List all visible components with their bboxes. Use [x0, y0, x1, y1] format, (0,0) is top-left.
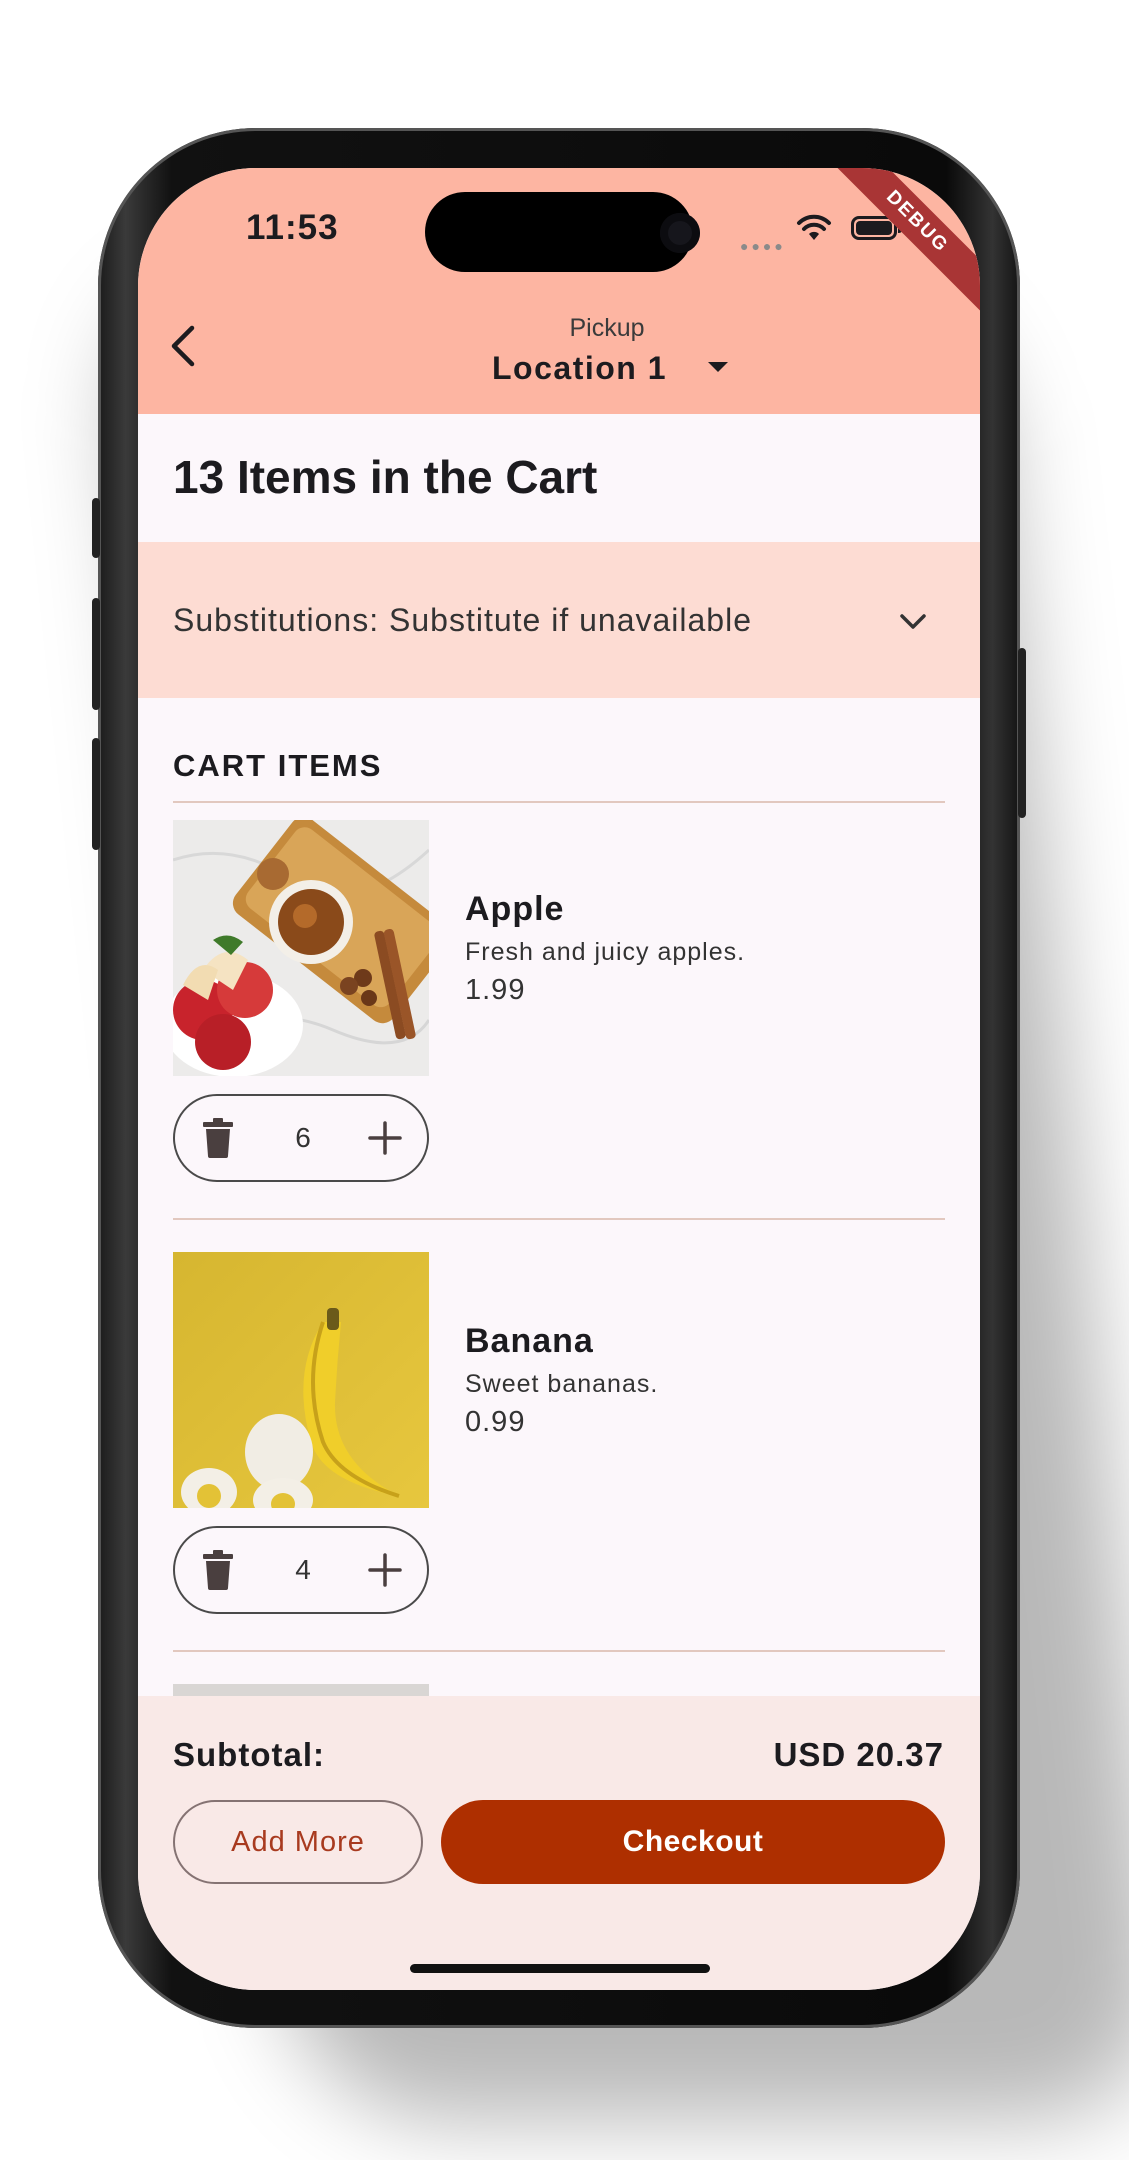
subtotal-value: USD 20.37: [773, 1736, 944, 1773]
pickup-label: Pickup: [569, 314, 645, 342]
chevron-down-icon: [900, 614, 926, 629]
volume-up-button: [92, 598, 100, 710]
next-item-thumbnail: [173, 1684, 429, 1696]
status-time: 11:53: [246, 208, 339, 247]
quantity-stepper: 6: [173, 1094, 429, 1182]
plus-icon[interactable]: [367, 1552, 403, 1588]
location-selector[interactable]: Location 1: [492, 350, 667, 387]
item-price: 0.99: [465, 1406, 526, 1438]
item-price: 1.99: [465, 974, 526, 1006]
substitutions-label: Substitutions: Substitute if unavailable: [173, 602, 752, 638]
debug-banner: DEBUG: [815, 168, 980, 324]
wifi-icon: [797, 214, 831, 240]
checkout-bar: Subtotal: USD 20.37 Add More Checkout: [138, 1696, 980, 1990]
section-title: CART ITEMS: [173, 748, 383, 783]
page-title: 13 Items in the Cart: [173, 451, 598, 503]
mute-switch: [92, 498, 100, 558]
dropdown-caret-icon[interactable]: [708, 362, 728, 372]
quantity-stepper: 4: [173, 1526, 429, 1614]
quantity-value: 6: [295, 1122, 311, 1153]
apple-thumbnail: [173, 820, 429, 1076]
dynamic-island: [425, 192, 693, 272]
list-item: Banana Sweet bananas. 0.99 4: [173, 1252, 945, 1632]
item-name: Banana: [465, 1322, 594, 1360]
list-item: Apple Fresh and juicy apples. 1.99 6: [173, 820, 945, 1200]
app-screen: 11:53 ●●●● DEBUG Pickup Location 1 13 It…: [138, 168, 980, 1990]
power-button: [1018, 648, 1026, 818]
banana-thumbnail: [173, 1252, 429, 1508]
substitutions-dropdown[interactable]: Substitutions: Substitute if unavailable: [138, 542, 980, 698]
volume-down-button: [92, 738, 100, 850]
subtotal-label: Subtotal:: [173, 1736, 325, 1773]
divider: [173, 1650, 945, 1652]
plus-icon[interactable]: [367, 1120, 403, 1156]
home-indicator[interactable]: [410, 1964, 710, 1973]
item-description: Fresh and juicy apples.: [465, 938, 746, 966]
item-description: Sweet bananas.: [465, 1370, 659, 1398]
divider: [173, 1218, 945, 1220]
item-name: Apple: [465, 890, 565, 928]
camera-icon: [660, 213, 700, 253]
checkout-button[interactable]: Checkout: [441, 1800, 945, 1884]
trash-icon[interactable]: [203, 1550, 233, 1590]
quantity-value: 4: [295, 1554, 311, 1585]
divider: [173, 801, 945, 803]
signal-dots-icon: ●●●●: [740, 238, 786, 254]
trash-icon[interactable]: [203, 1118, 233, 1158]
add-more-button[interactable]: Add More: [173, 1800, 423, 1884]
app-bar: 11:53 ●●●● DEBUG Pickup Location 1: [138, 168, 980, 414]
